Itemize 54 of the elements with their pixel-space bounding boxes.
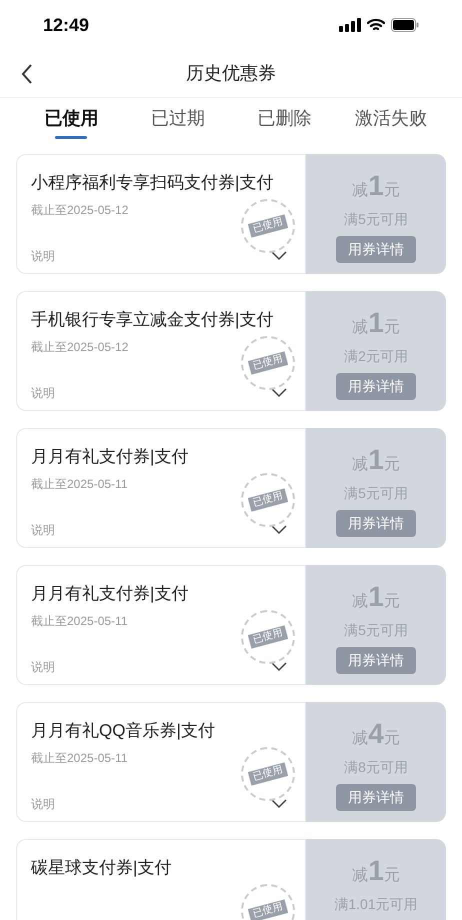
- wifi-icon: [367, 18, 385, 32]
- stamp-text: 已使用: [248, 488, 288, 512]
- discount-amount: 减1元: [352, 855, 400, 888]
- discount-amount: 减4元: [352, 718, 400, 751]
- expiry-date: 截止至2025-05-11: [31, 613, 128, 630]
- status-time: 12:49: [43, 14, 90, 36]
- stamp-text: 已使用: [248, 762, 288, 786]
- stamp-text: 已使用: [248, 899, 288, 920]
- usage-condition: 满5元可用: [344, 621, 408, 640]
- note-label: 说明: [31, 796, 55, 813]
- coupon-title: 手机银行专享立减金支付券|支付: [31, 309, 274, 331]
- coupon-title: 月月有礼支付券|支付: [31, 446, 188, 468]
- coupon-details-button[interactable]: 用券详情: [336, 647, 416, 674]
- battery-icon: [391, 18, 419, 32]
- chevron-down-icon[interactable]: [271, 525, 287, 535]
- expiry-date: 截止至2025-05-11: [31, 750, 128, 767]
- coupon-details-button[interactable]: 用券详情: [336, 373, 416, 400]
- coupon-title: 月月有礼QQ音乐券|支付: [31, 720, 215, 742]
- stamp-text: 已使用: [248, 214, 288, 238]
- page-title: 历史优惠券: [186, 62, 276, 85]
- chevron-down-icon[interactable]: [271, 251, 287, 261]
- chevron-down-icon[interactable]: [271, 662, 287, 672]
- expiry-date: 截止至2025-05-12: [31, 202, 128, 219]
- coupon-details-button[interactable]: 用券详情: [336, 236, 416, 263]
- usage-condition: 满5元可用: [344, 484, 408, 503]
- coupon-title: 月月有礼支付券|支付: [31, 583, 188, 605]
- coupon-details-button[interactable]: 用券详情: [336, 784, 416, 811]
- discount-amount: 减1元: [352, 444, 400, 477]
- coupon-title: 小程序福利专享扫码支付券|支付: [31, 172, 274, 194]
- note-label: 说明: [31, 248, 55, 265]
- usage-condition: 满8元可用: [344, 758, 408, 777]
- discount-amount: 减1元: [352, 581, 400, 614]
- tab[interactable]: 激活失败: [338, 98, 444, 146]
- discount-amount: 减1元: [352, 307, 400, 340]
- expiry-date: 截止至2025-05-12: [31, 339, 128, 356]
- note-label: 说明: [31, 385, 55, 402]
- signal-icon: [339, 18, 361, 32]
- back-icon: [20, 62, 34, 84]
- discount-amount: 减1元: [352, 170, 400, 203]
- chevron-down-icon[interactable]: [271, 388, 287, 398]
- stamp-text: 已使用: [248, 351, 288, 375]
- usage-condition: 满1.01元可用: [334, 895, 418, 914]
- chevron-down-icon[interactable]: [271, 799, 287, 809]
- usage-condition: 满2元可用: [344, 347, 408, 366]
- usage-condition: 满5元可用: [344, 210, 408, 229]
- stamp-text: 已使用: [248, 625, 288, 649]
- coupon-details-button[interactable]: 用券详情: [336, 510, 416, 537]
- expiry-date: 截止至2025-05-11: [31, 476, 128, 493]
- note-label: 说明: [31, 522, 55, 539]
- tab[interactable]: 已过期: [124, 98, 231, 146]
- tab[interactable]: 已使用: [18, 98, 124, 146]
- note-label: 说明: [31, 659, 55, 676]
- coupon-title: 碳星球支付券|支付: [31, 857, 172, 879]
- tab[interactable]: 已删除: [231, 98, 338, 146]
